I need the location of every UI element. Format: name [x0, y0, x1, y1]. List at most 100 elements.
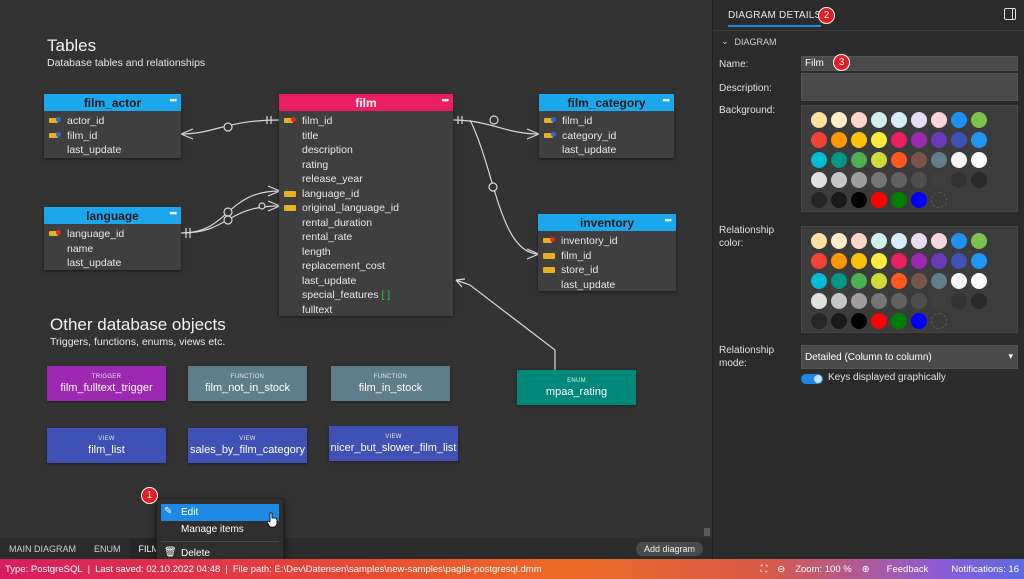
color-swatch[interactable] [871, 110, 891, 130]
color-swatch[interactable] [851, 170, 871, 190]
table-language[interactable]: language ••• language_id name last_updat… [44, 207, 181, 270]
color-swatch[interactable] [811, 170, 831, 190]
tab-enum[interactable]: ENUM [85, 538, 130, 559]
color-swatch[interactable] [931, 130, 951, 150]
trigger-film-fulltext-trigger[interactable]: TRIGGER film_fulltext_trigger [47, 366, 166, 401]
color-swatch[interactable] [931, 311, 951, 331]
feedback-link[interactable]: Feedback [875, 564, 934, 575]
color-swatch[interactable] [831, 291, 851, 311]
column-row[interactable]: language_id [44, 227, 181, 242]
canvas-scrollbar[interactable] [704, 528, 710, 536]
fullscreen-icon[interactable]: ⛶ [756, 564, 773, 575]
color-swatch[interactable] [851, 231, 871, 251]
color-swatch[interactable] [931, 251, 951, 271]
color-swatch[interactable] [831, 150, 851, 170]
color-swatch[interactable] [851, 251, 871, 271]
column-row[interactable]: last_update [44, 256, 181, 271]
color-swatch[interactable] [811, 150, 831, 170]
column-row[interactable]: last_update [539, 143, 674, 158]
view-sales-by-film-category[interactable]: VIEW sales_by_film_category [188, 428, 307, 463]
color-swatch[interactable] [951, 150, 971, 170]
table-film-category[interactable]: film_category ••• film_id category_id la… [539, 94, 674, 158]
column-row[interactable]: special_features[ ] [279, 288, 453, 303]
column-row[interactable]: rating [279, 158, 453, 173]
color-swatch[interactable] [891, 271, 911, 291]
column-row[interactable]: film_id [279, 114, 453, 129]
column-row[interactable]: name [44, 242, 181, 257]
column-row[interactable]: inventory_id [538, 234, 676, 249]
color-swatch[interactable] [931, 150, 951, 170]
color-swatch[interactable] [851, 190, 871, 210]
color-swatch[interactable] [811, 291, 831, 311]
color-swatch[interactable] [891, 231, 911, 251]
color-swatch[interactable] [891, 251, 911, 271]
table-header[interactable]: film_actor ••• [44, 94, 181, 111]
column-row[interactable]: replacement_cost [279, 259, 453, 274]
color-swatch[interactable] [911, 251, 931, 271]
table-menu-icon[interactable]: ••• [665, 215, 673, 225]
column-row[interactable]: fulltext [279, 303, 453, 318]
color-swatch[interactable] [951, 130, 971, 150]
color-swatch[interactable] [951, 170, 971, 190]
color-swatch[interactable] [971, 231, 991, 251]
color-swatch[interactable] [811, 251, 831, 271]
color-swatch[interactable] [931, 190, 951, 210]
color-swatch[interactable] [871, 251, 891, 271]
color-swatch[interactable] [951, 291, 971, 311]
color-swatch[interactable] [891, 190, 911, 210]
column-row[interactable]: store_id [538, 263, 676, 278]
color-swatch[interactable] [831, 110, 851, 130]
menu-item-edit[interactable]: ✎ Edit [161, 504, 279, 521]
panel-toggle-icon[interactable] [1004, 8, 1016, 20]
color-swatch[interactable] [911, 231, 931, 251]
function-film-in-stock[interactable]: FUNCTION film_in_stock [331, 366, 450, 401]
table-menu-icon[interactable]: ••• [442, 95, 450, 105]
color-swatch[interactable] [971, 291, 991, 311]
color-swatch[interactable] [831, 271, 851, 291]
column-row[interactable]: language_id [279, 187, 453, 202]
view-nicer-but-slower-film-list[interactable]: VIEW nicer_but_slower_film_list [329, 426, 458, 461]
color-swatch[interactable] [931, 231, 951, 251]
zoom-in-icon[interactable]: ⊕ [857, 564, 875, 575]
column-row[interactable]: release_year [279, 172, 453, 187]
color-swatch[interactable] [891, 130, 911, 150]
table-film-actor[interactable]: film_actor ••• actor_id film_id last_upd… [44, 94, 181, 158]
color-swatch[interactable] [911, 291, 931, 311]
color-swatch[interactable] [871, 291, 891, 311]
color-swatch[interactable] [911, 150, 931, 170]
column-row[interactable]: original_language_id [279, 201, 453, 216]
color-swatch[interactable] [811, 190, 831, 210]
tab-diagram-details[interactable]: DIAGRAM DETAILS [728, 10, 822, 27]
color-swatch[interactable] [891, 291, 911, 311]
column-row[interactable]: length [279, 245, 453, 260]
color-swatch[interactable] [971, 170, 991, 190]
zoom-out-icon[interactable]: ⊖ [772, 564, 790, 575]
color-swatch[interactable] [851, 291, 871, 311]
table-inventory[interactable]: inventory ••• inventory_id film_id store… [538, 214, 676, 291]
table-menu-icon[interactable]: ••• [170, 95, 178, 105]
color-swatch[interactable] [851, 150, 871, 170]
function-film-not-in-stock[interactable]: FUNCTION film_not_in_stock [188, 366, 307, 401]
color-swatch[interactable] [951, 271, 971, 291]
color-swatch[interactable] [871, 130, 891, 150]
color-swatch[interactable] [831, 170, 851, 190]
color-swatch[interactable] [831, 130, 851, 150]
column-row[interactable]: film_id [44, 129, 181, 144]
color-swatch[interactable] [831, 190, 851, 210]
color-swatch[interactable] [931, 170, 951, 190]
color-swatch[interactable] [911, 110, 931, 130]
description-textarea[interactable] [801, 73, 1018, 101]
column-row[interactable]: rental_rate [279, 230, 453, 245]
color-swatch[interactable] [911, 170, 931, 190]
column-row[interactable]: rental_duration [279, 216, 453, 231]
color-swatch[interactable] [811, 110, 831, 130]
color-swatch[interactable] [971, 110, 991, 130]
color-swatch[interactable] [951, 231, 971, 251]
table-header[interactable]: film_category ••• [539, 94, 674, 111]
color-swatch[interactable] [811, 271, 831, 291]
notifications-link[interactable]: Notifications: 16 [933, 564, 1024, 575]
color-swatch[interactable] [971, 150, 991, 170]
color-swatch[interactable] [851, 130, 871, 150]
column-row[interactable]: description [279, 143, 453, 158]
diagram-section-header[interactable]: ⌄ DIAGRAM [721, 36, 777, 47]
